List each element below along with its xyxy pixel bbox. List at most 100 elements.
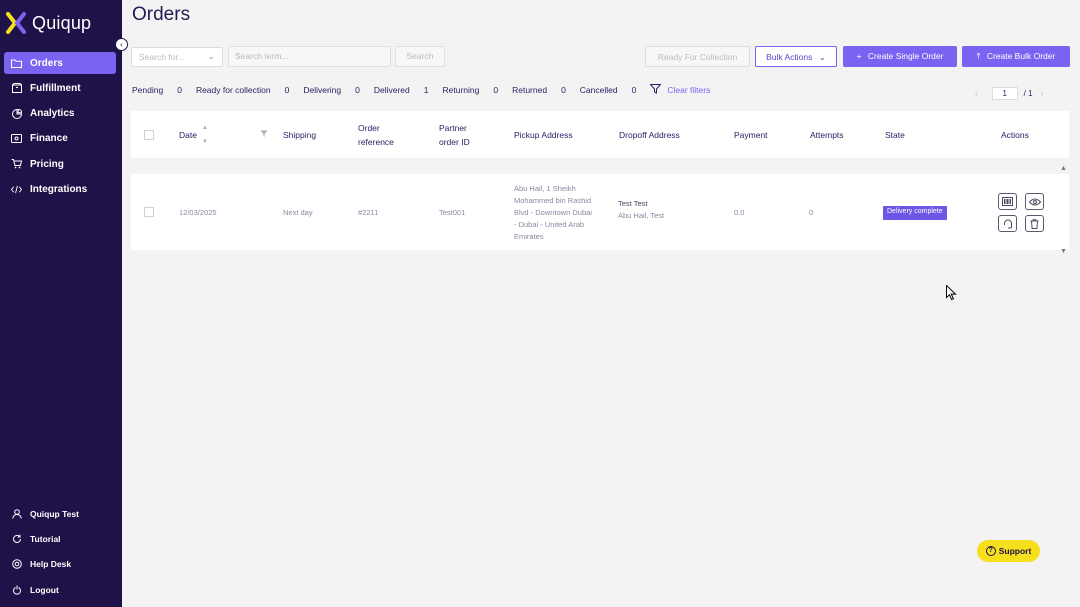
status-filter-delivering[interactable]: Delivering [303,85,341,95]
main-nav: Orders Fulfillment Analytics Finance Pri… [4,52,116,204]
status-count: 0 [355,85,360,95]
page-total: / 1 [1023,88,1033,98]
sidebar-item-label: Finance [30,133,68,145]
sidebar-item-label: Quiqup Test [30,509,79,519]
chevron-left-icon[interactable]: ‹ [975,89,978,98]
cell-payment: 0.0 [734,208,745,217]
sidebar-item-label: Fulfillment [30,82,81,94]
clear-filters-link[interactable]: Clear filters [667,85,710,95]
create-single-order-label: Create Single Order [867,51,944,61]
pickup-line: - Dubai - United Arab [514,220,585,229]
status-filter-returning[interactable]: Returning [443,85,480,95]
sort-icon[interactable]: ▲ ▼ [202,121,208,149]
status-filter-ready-for-collection[interactable]: Ready for collection [196,85,271,95]
sidebar-item-analytics[interactable]: Analytics [4,103,116,125]
status-count: 0 [284,85,290,95]
pickup-line: Blvd - Downtown Dubai [514,208,592,217]
select-all-checkbox[interactable] [144,129,154,140]
dropoff-address: Abu Hail, Test [618,211,665,220]
scroll-up-arrow[interactable]: ▲ [1060,165,1067,172]
sidebar-item-label: Logout [30,584,59,595]
sidebar-item-label: Integrations [30,183,88,195]
column-label: Attempts [810,129,844,140]
column-label: order ID [439,136,470,147]
page-title: Orders [132,4,191,25]
pickup-line: Abu Hail, 1 Sheikh [514,184,576,193]
user-icon [11,509,22,520]
search-button[interactable]: Search [395,46,445,67]
cell-order-reference[interactable]: #2211 [358,207,378,219]
column-label: Order [358,122,380,133]
create-bulk-order-label: Create Bulk Order [986,51,1056,61]
help-icon: ? [985,546,996,556]
support-label: Support [998,546,1032,556]
sidebar-item-integrations[interactable]: Integrations [4,178,116,200]
create-single-order-button[interactable]: + Create Single Order [843,46,957,67]
print-label-button[interactable] [998,193,1017,210]
mouse-cursor-icon [946,285,957,301]
ready-for-collection-button[interactable]: Ready For Collection [645,46,750,67]
headset-icon [1003,219,1012,228]
delete-order-button[interactable] [1025,215,1044,232]
cell-dropoff-address: Test Test Abu Hail, Test [618,198,664,222]
support-request-button[interactable] [998,215,1017,232]
money-icon [11,133,22,144]
column-attempts: Attempts [810,111,844,158]
sidebar-item-help-desk[interactable]: Help Desk [4,553,116,575]
filter-icon[interactable] [649,83,662,97]
page-number-input[interactable]: 1 [991,86,1018,100]
pickup-line: Mohammed bin Rashid [514,196,592,205]
sidebar-item-profile[interactable]: Quiqup Test [4,503,116,525]
sidebar-item-pricing[interactable]: Pricing [4,153,116,175]
filter-icon[interactable] [260,130,268,140]
chevron-down-icon: ⌄ [207,51,215,61]
support-button[interactable]: ? Support [977,540,1040,562]
bulk-actions-button[interactable]: Bulk Actions ⌄ [755,46,837,67]
sidebar-item-fulfillment[interactable]: Fulfillment [4,77,116,99]
sidebar-item-finance[interactable]: Finance [4,128,116,150]
pagination: ‹ 1 / 1 › [975,86,1043,100]
status-count: 0 [631,85,637,95]
status-count: 0 [561,85,566,95]
chevron-right-icon[interactable]: › [1041,89,1044,98]
eye-icon [1028,198,1041,205]
bulk-actions-label: Bulk Actions [766,52,813,62]
search-input[interactable]: Search term... [228,46,391,67]
sidebar-item-logout[interactable]: Logout [4,579,116,601]
row-checkbox[interactable] [144,207,154,217]
status-filter-pending[interactable]: Pending [132,85,163,95]
table-row[interactable]: 12/03/2025 Next day #2211 Test001 Abu Ha… [131,174,1069,250]
column-label: State [885,129,905,140]
create-bulk-order-button[interactable]: ⤒ Create Bulk Order [962,46,1070,67]
column-label: Dropoff Address [619,129,680,140]
column-label: Payment [734,129,768,140]
status-filter-delivered[interactable]: Delivered [374,85,410,95]
dropoff-name: Test Test [618,199,648,208]
sidebar-collapse-button[interactable]: ‹ [115,38,128,51]
cell-attempts: 0 [809,208,814,217]
plus-icon: + [856,51,862,61]
column-shipping: Shipping [283,111,316,158]
logo[interactable]: Quiqup [6,12,91,34]
status-count: 0 [493,85,499,95]
scroll-down-arrow[interactable]: ▼ [1060,248,1067,255]
status-filter-cancelled[interactable]: Cancelled [580,85,618,95]
view-order-button[interactable] [1025,193,1044,210]
sidebar-item-orders[interactable]: Orders [4,52,116,74]
folder-icon [11,58,22,69]
brand-name: Quiqup [32,12,92,33]
sidebar-item-tutorial[interactable]: Tutorial [4,528,116,550]
table-header: Date ▲ ▼ Shipping Order reference Partner… [131,111,1069,158]
status-badge: Delivery complete [883,206,947,220]
cell-partner-order-id: Test001 [439,208,466,217]
column-order-reference: Order reference [358,111,394,158]
column-date[interactable]: Date ▲ ▼ [179,111,208,158]
sidebar-item-label: Help Desk [30,559,72,570]
status-filter-returned[interactable]: Returned [512,85,547,95]
upload-icon: ⤒ [976,51,981,61]
refresh-icon [11,534,22,545]
column-label: Partner [439,122,467,133]
search-field-select[interactable]: Search for... ⌄ [131,47,223,67]
column-label: Date [179,129,197,140]
search-field-select-value: Search for... [139,52,185,62]
